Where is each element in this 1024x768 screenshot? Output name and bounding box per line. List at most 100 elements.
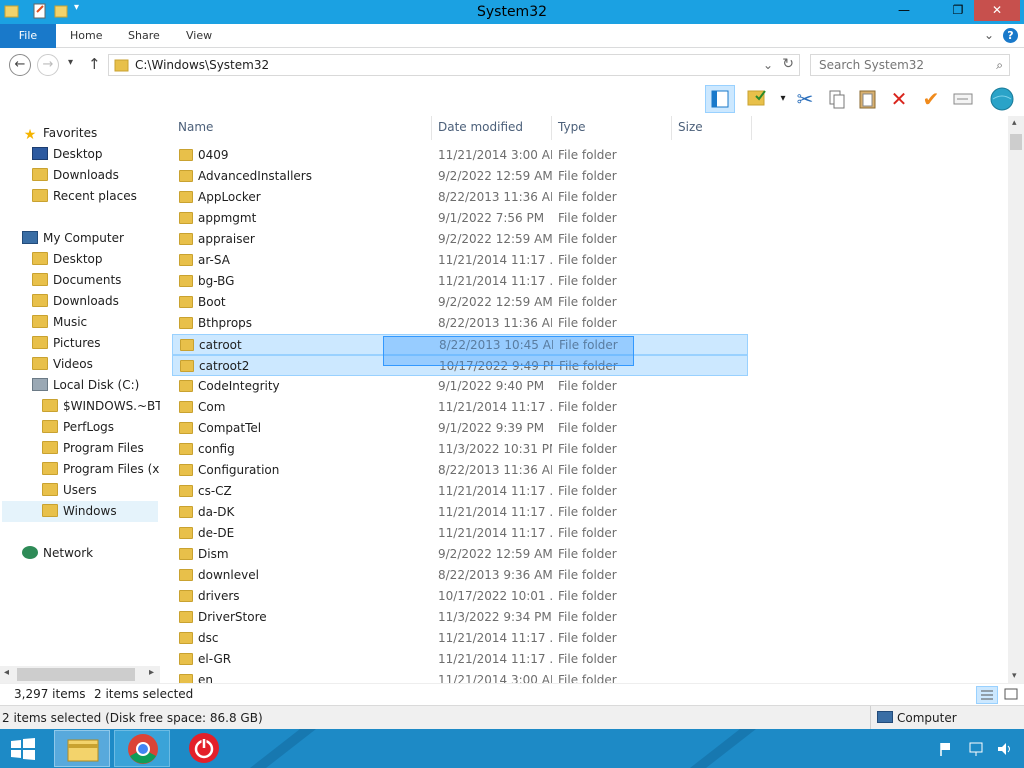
nav-disk-program-files-x86[interactable]: Program Files (x86 bbox=[42, 459, 160, 480]
table-row[interactable]: ar-SA 11/21/2014 11:17 ... File folder bbox=[172, 250, 748, 271]
nav-disk-program-files[interactable]: Program Files bbox=[42, 438, 160, 459]
volume-icon[interactable] bbox=[996, 741, 1014, 760]
cut-icon[interactable]: ✂ bbox=[792, 86, 818, 112]
refresh-icon[interactable]: ↻ bbox=[782, 56, 794, 72]
taskbar-power-app[interactable] bbox=[176, 730, 232, 767]
paste-icon[interactable] bbox=[855, 86, 881, 112]
table-row[interactable]: Com 11/21/2014 11:17 ... File folder bbox=[172, 397, 748, 418]
table-row[interactable]: AppLocker 8/22/2013 11:36 AM File folder bbox=[172, 187, 748, 208]
scroll-thumb[interactable] bbox=[1010, 134, 1022, 150]
search-icon[interactable]: ⌕ bbox=[996, 58, 1003, 73]
preview-pane-button[interactable] bbox=[705, 85, 735, 113]
properties-check-icon[interactable]: ✔ bbox=[918, 86, 944, 112]
taskbar-file-explorer[interactable] bbox=[54, 730, 110, 767]
table-row[interactable]: bg-BG 11/21/2014 11:17 ... File folder bbox=[172, 271, 748, 292]
tab-share[interactable]: Share bbox=[128, 24, 160, 48]
search-box[interactable]: ⌕ bbox=[810, 54, 1010, 76]
nav-fav-desktop[interactable]: Desktop bbox=[32, 144, 103, 165]
nav-fav-downloads[interactable]: Downloads bbox=[32, 165, 119, 186]
table-row[interactable]: Configuration 8/22/2013 11:36 AM File fold… bbox=[172, 460, 748, 481]
nav-disk-users[interactable]: Users bbox=[42, 480, 160, 501]
tab-view[interactable]: View bbox=[186, 24, 212, 48]
folder-icon bbox=[179, 401, 193, 413]
vertical-scrollbar[interactable]: ▴ ▾ bbox=[1008, 116, 1024, 683]
nav-horizontal-scrollbar[interactable]: ◂ ▸ bbox=[0, 666, 160, 683]
nav-disk-windows[interactable]: Windows bbox=[2, 501, 158, 522]
table-row[interactable]: Bthprops 8/22/2013 11:36 AM File folder bbox=[172, 313, 748, 334]
address-dropdown-icon[interactable]: ⌄ bbox=[763, 58, 773, 72]
nav-pc-documents[interactable]: Documents bbox=[32, 270, 121, 291]
nav-pc-downloads[interactable]: Downloads bbox=[32, 291, 119, 312]
details-view-icon[interactable] bbox=[976, 686, 998, 704]
folder-options-icon[interactable] bbox=[744, 86, 770, 112]
table-row[interactable]: CompatTel 9/1/2022 9:39 PM File folder bbox=[172, 418, 748, 439]
videos-folder-icon bbox=[32, 357, 48, 370]
table-row[interactable]: da-DK 11/21/2014 11:17 ... File folder bbox=[172, 502, 748, 523]
forward-button[interactable]: → bbox=[37, 54, 59, 76]
column-header-name[interactable]: Name bbox=[172, 116, 432, 140]
nav-pc-music[interactable]: Music bbox=[32, 312, 87, 333]
tab-home[interactable]: Home bbox=[70, 24, 102, 48]
table-row[interactable]: de-DE 11/21/2014 11:17 ... File folder bbox=[172, 523, 748, 544]
folder-icon bbox=[42, 483, 58, 496]
file-type: File folder bbox=[558, 274, 617, 288]
table-row[interactable]: drivers 10/17/2022 10:01 ... File folder bbox=[172, 586, 748, 607]
nav-favorites[interactable]: ★ Favorites bbox=[22, 123, 98, 144]
folder-icon bbox=[32, 294, 48, 307]
maximize-button[interactable]: ❐ bbox=[944, 0, 972, 21]
recent-locations-icon[interactable]: ▾ bbox=[68, 57, 73, 68]
table-row[interactable]: appraiser 9/2/2022 12:59 AM File folder bbox=[172, 229, 748, 250]
rename-icon[interactable] bbox=[950, 86, 976, 112]
up-arrow-icon[interactable]: ↑ bbox=[88, 55, 101, 73]
nav-my-computer[interactable]: My Computer bbox=[22, 228, 124, 249]
large-icons-view-icon[interactable] bbox=[1002, 686, 1020, 704]
table-row[interactable]: AdvancedInstallers 9/2/2022 12:59 AM File … bbox=[172, 166, 748, 187]
table-row[interactable]: DriverStore 11/3/2022 9:34 PM File folder bbox=[172, 607, 748, 628]
nav-disk-perflogs[interactable]: PerfLogs bbox=[42, 417, 160, 438]
table-row[interactable]: cs-CZ 11/21/2014 11:17 ... File folder bbox=[172, 481, 748, 502]
table-row[interactable]: 0409 11/21/2014 3:00 AM File folder bbox=[172, 145, 748, 166]
nav-pc-videos[interactable]: Videos bbox=[32, 354, 93, 375]
table-row[interactable]: dsc 11/21/2014 11:17 ... File folder bbox=[172, 628, 748, 649]
table-row[interactable]: CodeIntegrity 9/1/2022 9:40 PM File folder bbox=[172, 376, 748, 397]
scroll-right-icon[interactable]: ▸ bbox=[149, 667, 154, 678]
file-type: File folder bbox=[558, 232, 617, 246]
help-icon[interactable]: ? bbox=[1003, 28, 1018, 43]
taskbar-chrome[interactable] bbox=[114, 730, 170, 767]
nav-disk-windows-bt[interactable]: $WINDOWS.~BT bbox=[42, 396, 160, 417]
column-header-size[interactable]: Size bbox=[672, 116, 752, 140]
table-row[interactable]: en 11/21/2014 3:00 AM File folder bbox=[172, 670, 748, 683]
network-status-icon[interactable] bbox=[968, 741, 984, 760]
nav-local-disk[interactable]: Local Disk (C:) bbox=[32, 375, 139, 396]
nav-pc-pictures[interactable]: Pictures bbox=[32, 333, 101, 354]
address-bar[interactable]: C:\Windows\System32 ⌄ ↻ bbox=[108, 54, 800, 76]
column-header-date[interactable]: Date modified bbox=[432, 116, 552, 140]
table-row[interactable]: el-GR 11/21/2014 11:17 ... File folder bbox=[172, 649, 748, 670]
table-row[interactable]: appmgmt 9/1/2022 7:56 PM File folder bbox=[172, 208, 748, 229]
delete-icon[interactable]: ✕ bbox=[886, 86, 912, 112]
scroll-up-icon[interactable]: ▴ bbox=[1012, 118, 1017, 128]
minimize-button[interactable]: — bbox=[890, 0, 918, 21]
scroll-down-icon[interactable]: ▾ bbox=[1012, 671, 1017, 681]
search-input[interactable] bbox=[819, 58, 979, 72]
tab-file[interactable]: File bbox=[0, 24, 56, 48]
nav-fav-recent-places[interactable]: Recent places bbox=[32, 186, 137, 207]
table-row[interactable]: Boot 9/2/2022 12:59 AM File folder bbox=[172, 292, 748, 313]
globe-icon[interactable] bbox=[989, 86, 1015, 112]
copy-icon[interactable] bbox=[824, 86, 850, 112]
nav-network[interactable]: Network bbox=[22, 543, 93, 564]
windows-start-icon[interactable] bbox=[10, 738, 36, 763]
expand-ribbon-icon[interactable]: ⌄ bbox=[984, 28, 994, 42]
scroll-thumb[interactable] bbox=[17, 668, 135, 681]
action-center-flag-icon[interactable] bbox=[938, 741, 954, 760]
close-button[interactable]: ✕ bbox=[974, 0, 1020, 21]
scroll-left-icon[interactable]: ◂ bbox=[4, 667, 9, 678]
status-bar: 3,297 items 2 items selected bbox=[0, 683, 1024, 705]
nav-pc-desktop[interactable]: Desktop bbox=[32, 249, 103, 270]
table-row[interactable]: config 11/3/2022 10:31 PM File folder bbox=[172, 439, 748, 460]
address-row: ← → ▾ ↑ C:\Windows\System32 ⌄ ↻ ⌕ bbox=[0, 49, 1024, 82]
back-button[interactable]: ← bbox=[9, 54, 31, 76]
table-row[interactable]: Dism 9/2/2022 12:59 AM File folder bbox=[172, 544, 748, 565]
table-row[interactable]: downlevel 8/22/2013 9:36 AM File folder bbox=[172, 565, 748, 586]
column-header-type[interactable]: Type bbox=[552, 116, 672, 140]
